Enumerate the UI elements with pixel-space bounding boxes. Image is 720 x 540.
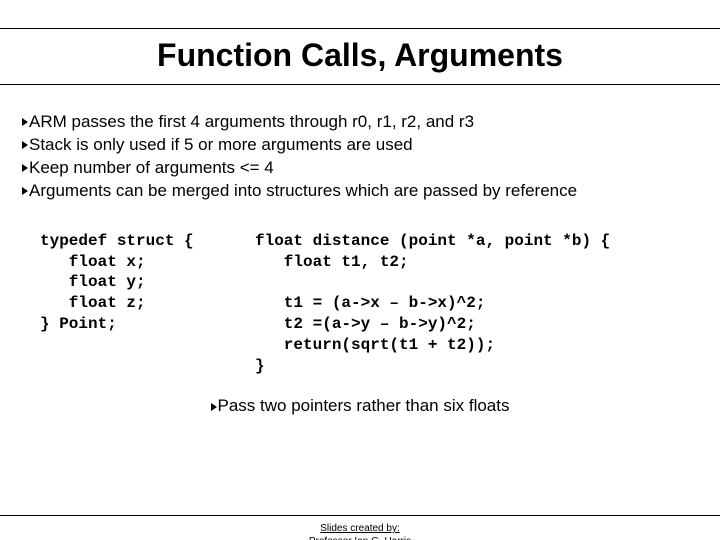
bullet-item: Arguments can be merged into structures … bbox=[22, 180, 698, 203]
bullet-text: ARM passes the first 4 arguments through… bbox=[29, 111, 474, 134]
bullet-arrow-icon bbox=[22, 141, 28, 149]
slide: Function Calls, Arguments ARM passes the… bbox=[0, 28, 720, 540]
code-function: float distance (point *a, point *b) { fl… bbox=[255, 231, 610, 377]
bullet-text: Arguments can be merged into structures … bbox=[29, 180, 577, 203]
bullet-arrow-icon bbox=[211, 403, 217, 411]
footer: Slides created by: Professor Ian G. Harr… bbox=[0, 515, 720, 540]
closing-text: Pass two pointers rather than six floats bbox=[218, 396, 510, 416]
slide-title: Function Calls, Arguments bbox=[0, 37, 720, 74]
footer-rule bbox=[0, 515, 720, 516]
bullet-arrow-icon bbox=[22, 118, 28, 126]
closing-line: Pass two pointers rather than six floats bbox=[0, 396, 720, 416]
title-block: Function Calls, Arguments bbox=[0, 28, 720, 85]
bullet-list: ARM passes the first 4 arguments through… bbox=[22, 111, 698, 203]
closing-inner: Pass two pointers rather than six floats bbox=[211, 396, 510, 416]
bullet-item: Stack is only used if 5 or more argument… bbox=[22, 134, 698, 157]
footer-line1: Slides created by: bbox=[320, 523, 400, 534]
bullet-item: Keep number of arguments <= 4 bbox=[22, 157, 698, 180]
bullet-arrow-icon bbox=[22, 164, 28, 172]
bullet-arrow-icon bbox=[22, 187, 28, 195]
bullet-item: ARM passes the first 4 arguments through… bbox=[22, 111, 698, 134]
code-struct: typedef struct { float x; float y; float… bbox=[40, 231, 255, 377]
bullet-text: Stack is only used if 5 or more argument… bbox=[29, 134, 413, 157]
bullet-text: Keep number of arguments <= 4 bbox=[29, 157, 274, 180]
footer-line2: Professor Ian G. Harris bbox=[309, 536, 411, 540]
footer-text: Slides created by: Professor Ian G. Harr… bbox=[0, 522, 720, 540]
code-row: typedef struct { float x; float y; float… bbox=[0, 231, 720, 377]
